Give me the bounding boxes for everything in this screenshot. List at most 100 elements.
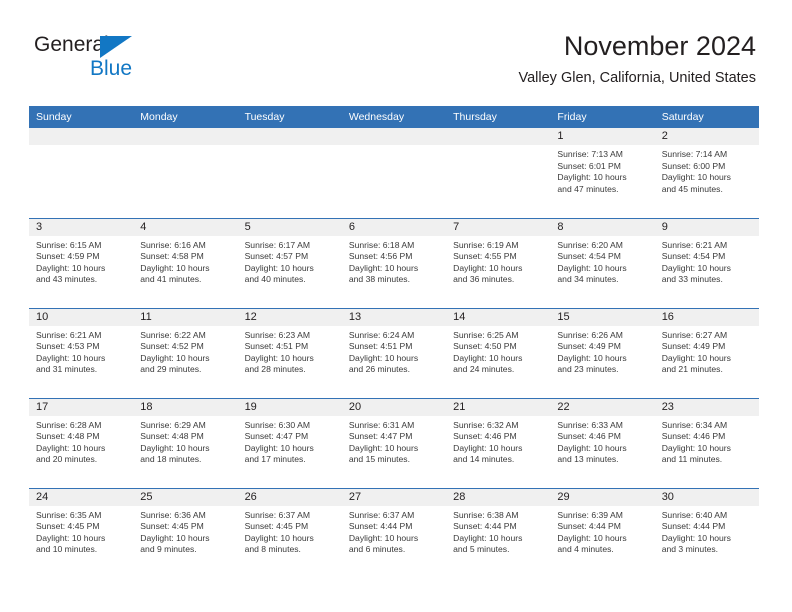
calendar-cell-day[interactable]: 5 Sunrise: 6:17 AM Sunset: 4:57 PM Daylight…: [237, 217, 342, 308]
daylight-text-line1: Daylight: 10 hours: [140, 262, 210, 273]
calendar-cell-day[interactable]: 10 Sunrise: 6:21 AM Sunset: 4:53 PM Dayligh…: [29, 307, 134, 398]
calendar-cell-day[interactable]: 23 Sunrise: 6:34 AM Sunset: 4:46 PM Dayligh…: [654, 397, 759, 488]
sunrise-text: Sunrise: 6:39 AM: [557, 509, 623, 520]
daylight-text-line1: Daylight: 10 hours: [661, 172, 731, 183]
calendar-cell-day[interactable]: 6 Sunrise: 6:18 AM Sunset: 4:56 PM Daylight…: [341, 217, 447, 308]
sunrise-text: Sunrise: 6:26 AM: [557, 329, 623, 340]
calendar-cell-inner: 4 Sunrise: 6:16 AM Sunset: 4:58 PM Daylight…: [133, 219, 238, 308]
calendar-cell-day[interactable]: 17 Sunrise: 6:28 AM Sunset: 4:48 PM Dayligh…: [29, 397, 134, 488]
calendar-cell-day[interactable]: 13 Sunrise: 6:24 AM Sunset: 4:51 PM Dayligh…: [341, 307, 447, 398]
daylight-text-line2: and 47 minutes.: [557, 183, 619, 194]
sunrise-text: Sunrise: 6:23 AM: [244, 329, 311, 340]
calendar-cell-day[interactable]: 30 Sunrise: 6:40 AM Sunset: 4:44 PM Dayligh…: [654, 487, 759, 578]
calendar-cell-day[interactable]: 29 Sunrise: 6:39 AM Sunset: 4:44 PM Dayligh…: [550, 487, 655, 578]
calendar-cell-day[interactable]: 14 Sunrise: 6:25 AM Sunset: 4:50 PM Dayligh…: [446, 307, 551, 398]
day-number: 14: [446, 309, 551, 326]
sunset-text: Sunset: 6:00 PM: [661, 160, 726, 171]
calendar-cell-empty: [29, 128, 134, 218]
weekday-header-monday: Monday: [133, 106, 238, 128]
sunset-text: Sunset: 4:48 PM: [140, 431, 204, 442]
calendar-cell-inner: 30 Sunrise: 6:40 AM Sunset: 4:44 PM Dayligh…: [654, 489, 759, 578]
sunset-text: Sunset: 6:01 PM: [557, 160, 621, 171]
calendar-cell-day[interactable]: 22 Sunrise: 6:33 AM Sunset: 4:46 PM Dayligh…: [550, 397, 655, 488]
calendar-cell-day[interactable]: 26 Sunrise: 6:37 AM Sunset: 4:45 PM Dayligh…: [237, 487, 342, 578]
day-details: Sunrise: 6:25 AM Sunset: 4:50 PM Daylight:…: [446, 326, 550, 376]
daylight-text-line2: and 10 minutes.: [36, 544, 98, 555]
calendar-cell-day[interactable]: 2 Sunrise: 7:14 AM Sunset: 6:00 PM Daylight…: [654, 128, 759, 218]
day-number: 24: [29, 489, 134, 506]
sunrise-text: Sunrise: 6:20 AM: [557, 239, 623, 250]
sunrise-text: Sunrise: 6:19 AM: [453, 239, 519, 250]
daylight-text-line2: and 41 minutes.: [140, 274, 202, 285]
daylight-text-line1: Daylight: 10 hours: [453, 442, 523, 453]
day-number: 12: [237, 309, 342, 326]
day-number: 22: [550, 399, 655, 416]
sunset-text: Sunset: 4:44 PM: [557, 521, 621, 532]
daylight-text-line1: Daylight: 10 hours: [36, 442, 106, 453]
calendar-cell-day[interactable]: 25 Sunrise: 6:36 AM Sunset: 4:45 PM Dayligh…: [133, 487, 238, 578]
sunrise-text: Sunrise: 6:32 AM: [453, 419, 519, 430]
day-number: 25: [133, 489, 238, 506]
day-number: 20: [341, 399, 447, 416]
day-details: Sunrise: 6:23 AM Sunset: 4:51 PM Daylight:…: [238, 326, 342, 376]
sunset-text: Sunset: 4:48 PM: [36, 431, 100, 442]
day-details: Sunrise: 6:39 AM Sunset: 4:44 PM Daylight:…: [550, 506, 654, 556]
sunset-text: Sunset: 4:46 PM: [557, 431, 621, 442]
calendar-cell-inner: 22 Sunrise: 6:33 AM Sunset: 4:46 PM Dayligh…: [550, 399, 655, 488]
calendar-cell-day[interactable]: 19 Sunrise: 6:30 AM Sunset: 4:47 PM Dayligh…: [237, 397, 342, 488]
daylight-text-line2: and 34 minutes.: [557, 274, 619, 285]
day-details: Sunrise: 6:18 AM Sunset: 4:56 PM Daylight:…: [342, 236, 446, 286]
day-details: Sunrise: 7:13 AM Sunset: 6:01 PM Daylight:…: [550, 145, 654, 195]
calendar-week-row: 10 Sunrise: 6:21 AM Sunset: 4:53 PM Dayligh…: [29, 307, 759, 398]
calendar-cell-inner: 16 Sunrise: 6:27 AM Sunset: 4:49 PM Dayligh…: [654, 309, 759, 398]
day-details: Sunrise: 6:35 AM Sunset: 4:45 PM Daylight:…: [29, 506, 133, 556]
daylight-text-line1: Daylight: 10 hours: [36, 352, 106, 363]
calendar-cell-day[interactable]: 24 Sunrise: 6:35 AM Sunset: 4:45 PM Dayligh…: [29, 487, 134, 578]
day-details: Sunrise: 6:33 AM Sunset: 4:46 PM Daylight:…: [550, 416, 654, 466]
sunrise-text: Sunrise: 6:15 AM: [36, 239, 102, 250]
calendar-cell-day[interactable]: 12 Sunrise: 6:23 AM Sunset: 4:51 PM Dayligh…: [237, 307, 342, 398]
daylight-text-line2: and 11 minutes.: [661, 454, 723, 465]
calendar-cell-inner: 13 Sunrise: 6:24 AM Sunset: 4:51 PM Dayligh…: [341, 309, 447, 398]
day-number: [29, 128, 134, 145]
sunset-text: Sunset: 4:56 PM: [348, 251, 413, 262]
calendar-cell-day[interactable]: 7 Sunrise: 6:19 AM Sunset: 4:55 PM Daylight…: [446, 217, 551, 308]
calendar-cell-day[interactable]: 4 Sunrise: 6:16 AM Sunset: 4:58 PM Daylight…: [133, 217, 238, 308]
calendar-cell-day[interactable]: 15 Sunrise: 6:26 AM Sunset: 4:49 PM Dayligh…: [550, 307, 655, 398]
sunrise-text: Sunrise: 6:22 AM: [140, 329, 206, 340]
day-number: 30: [654, 489, 759, 506]
day-number: 13: [341, 309, 447, 326]
calendar-cell-day[interactable]: 8 Sunrise: 6:20 AM Sunset: 4:54 PM Daylight…: [550, 217, 655, 308]
day-details: Sunrise: 7:14 AM Sunset: 6:00 PM Daylight:…: [655, 145, 759, 195]
day-details: Sunrise: 6:16 AM Sunset: 4:58 PM Daylight:…: [133, 236, 237, 286]
calendar-cell-inner: 23 Sunrise: 6:34 AM Sunset: 4:46 PM Dayligh…: [654, 399, 759, 488]
daylight-text-line1: Daylight: 10 hours: [661, 442, 731, 453]
calendar-cell-day[interactable]: 21 Sunrise: 6:32 AM Sunset: 4:46 PM Dayligh…: [446, 397, 551, 488]
day-number: 23: [654, 399, 759, 416]
calendar-cell-day[interactable]: 20 Sunrise: 6:31 AM Sunset: 4:47 PM Dayligh…: [341, 397, 447, 488]
weekday-header-wednesday: Wednesday: [341, 106, 447, 128]
calendar-cell-day[interactable]: 18 Sunrise: 6:29 AM Sunset: 4:48 PM Dayligh…: [133, 397, 238, 488]
daylight-text-line2: and 13 minutes.: [557, 454, 619, 465]
sunrise-text: Sunrise: 6:18 AM: [348, 239, 415, 250]
day-number: 19: [237, 399, 342, 416]
brand-logo[interactable]: General Blue: [34, 33, 214, 83]
sunrise-text: Sunrise: 6:28 AM: [36, 419, 102, 430]
sunset-text: Sunset: 4:47 PM: [348, 431, 413, 442]
page-header: General Blue November 2024 Valley Glen, …: [0, 0, 792, 100]
daylight-text-line1: Daylight: 10 hours: [36, 262, 106, 273]
calendar-cell-day[interactable]: 27 Sunrise: 6:37 AM Sunset: 4:44 PM Dayligh…: [341, 487, 447, 578]
calendar-cell-day[interactable]: 1 Sunrise: 7:13 AM Sunset: 6:01 PM Daylight…: [550, 128, 655, 218]
calendar-cell-day[interactable]: 28 Sunrise: 6:38 AM Sunset: 4:44 PM Dayligh…: [446, 487, 551, 578]
calendar-cell-day[interactable]: 16 Sunrise: 6:27 AM Sunset: 4:49 PM Dayligh…: [654, 307, 759, 398]
sunset-text: Sunset: 4:46 PM: [661, 431, 726, 442]
daylight-text-line1: Daylight: 10 hours: [557, 532, 627, 543]
daylight-text-line1: Daylight: 10 hours: [348, 262, 419, 273]
calendar-cell-day[interactable]: 3 Sunrise: 6:15 AM Sunset: 4:59 PM Daylight…: [29, 217, 134, 308]
calendar-cell-day[interactable]: 9 Sunrise: 6:21 AM Sunset: 4:54 PM Daylight…: [654, 217, 759, 308]
calendar-cell-day[interactable]: 11 Sunrise: 6:22 AM Sunset: 4:52 PM Dayligh…: [133, 307, 238, 398]
daylight-text-line2: and 17 minutes.: [244, 454, 306, 465]
calendar-week-row: 3 Sunrise: 6:15 AM Sunset: 4:59 PM Daylight…: [29, 217, 759, 308]
sunrise-text: Sunrise: 6:34 AM: [661, 419, 728, 430]
calendar-cell-inner: 7 Sunrise: 6:19 AM Sunset: 4:55 PM Daylight…: [446, 219, 551, 308]
